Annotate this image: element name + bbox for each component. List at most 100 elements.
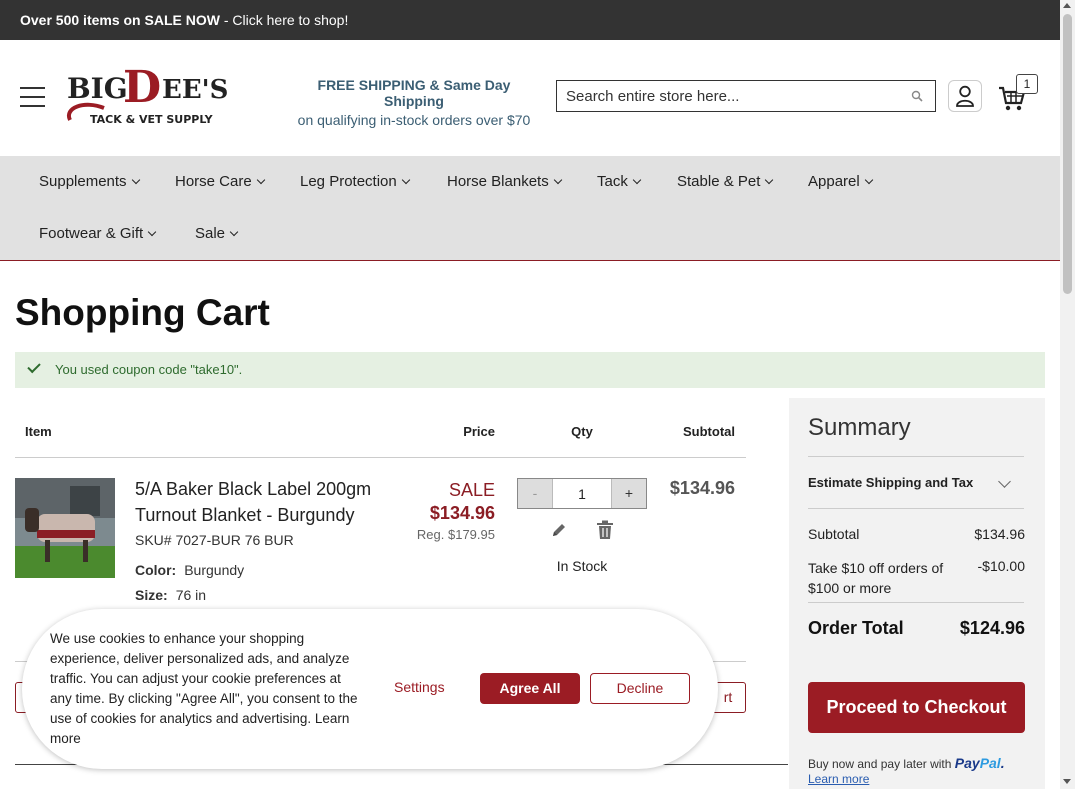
chevron-down-icon xyxy=(553,175,562,185)
option-value: 76 in xyxy=(175,587,207,603)
product-image[interactable] xyxy=(15,478,115,578)
paypal-learn-more-link[interactable]: Learn more xyxy=(808,772,869,786)
promo-bold: Over 500 items on SALE NOW xyxy=(20,12,220,28)
qty-input[interactable] xyxy=(552,479,612,508)
qty-increase-button[interactable]: + xyxy=(612,479,646,508)
order-total-label: Order Total xyxy=(808,618,904,638)
notice-text: You used coupon code "take10". xyxy=(55,362,243,377)
chevron-down-icon xyxy=(864,175,873,185)
product-name-link[interactable]: 5/A Baker Black Label 200gm Turnout Blan… xyxy=(135,476,395,528)
regular-price: Reg. $179.95 xyxy=(416,527,495,542)
nav-label: Leg Protection xyxy=(300,173,397,190)
shipping-line1: FREE SHIPPING & Same Day Shipping xyxy=(317,77,511,109)
page-title: Shopping Cart xyxy=(15,292,270,333)
paypal-logo: PayPal. xyxy=(954,755,1005,771)
cart-count-badge: 1 xyxy=(1016,74,1038,94)
nav-sale[interactable]: Sale xyxy=(195,225,239,242)
nav-horse-blankets[interactable]: Horse Blankets xyxy=(447,173,562,190)
scrollbar-thumb[interactable] xyxy=(1063,14,1072,294)
summary-title: Summary xyxy=(808,414,911,441)
stock-status: In Stock xyxy=(556,558,608,574)
account-button[interactable] xyxy=(948,80,982,112)
header-subtotal: Subtotal xyxy=(683,424,735,439)
nav-label: Sale xyxy=(195,225,226,242)
option-value: Burgundy xyxy=(184,562,245,578)
header-price: Price xyxy=(463,424,495,439)
shipping-line2: on qualifying in-stock orders over $70 xyxy=(297,112,531,128)
main-nav: Supplements Horse Care Leg Protection Ho… xyxy=(0,156,1060,261)
product-sku: SKU# 7027-BUR 76 BUR xyxy=(135,532,294,548)
paypal-text: Buy now and pay later with xyxy=(808,757,952,771)
nav-label: Horse Blankets xyxy=(447,173,549,190)
svg-text:D: D xyxy=(123,64,161,113)
sale-label: SALE xyxy=(448,480,495,500)
logo[interactable]: BIG D EE'S TACK & VET SUPPLY xyxy=(64,64,239,130)
page: Over 500 items on SALE NOW - Click here … xyxy=(0,0,1075,789)
discount-label: Take $10 off orders of $100 or more xyxy=(808,560,944,596)
order-total-value: $124.96 xyxy=(959,618,1025,638)
nav-label: Apparel xyxy=(808,173,860,190)
site-header: BIG D EE'S TACK & VET SUPPLY FREE SHIPPI… xyxy=(0,40,1060,156)
chevron-down-icon xyxy=(765,175,774,185)
scroll-down-arrow-icon[interactable] xyxy=(1063,779,1071,784)
nav-leg-protection[interactable]: Leg Protection xyxy=(300,173,410,190)
search-box xyxy=(556,80,936,112)
check-icon xyxy=(27,359,41,374)
cookie-settings-button[interactable]: Settings xyxy=(394,679,445,695)
chevron-down-icon xyxy=(256,175,265,185)
pencil-icon[interactable] xyxy=(550,521,568,539)
divider xyxy=(808,508,1024,509)
header-qty: Qty xyxy=(571,424,593,439)
nav-horse-care[interactable]: Horse Care xyxy=(175,173,265,190)
order-summary: Summary Estimate Shipping and Tax Subtot… xyxy=(789,398,1045,789)
nav-label: Footwear & Gift xyxy=(39,225,144,242)
cookie-agree-all-button[interactable]: Agree All xyxy=(480,673,580,704)
qty-decrease-button[interactable]: - xyxy=(518,479,552,508)
trash-icon[interactable] xyxy=(596,520,614,540)
row-subtotal: $134.96 xyxy=(669,478,735,498)
search-input[interactable] xyxy=(557,81,897,111)
estimate-shipping-toggle[interactable]: Estimate Shipping and Tax xyxy=(808,475,973,490)
nav-footwear-gift[interactable]: Footwear & Gift xyxy=(39,225,157,242)
chevron-down-icon xyxy=(632,175,642,185)
shipping-message: FREE SHIPPING & Same Day Shipping on qua… xyxy=(290,77,538,128)
divider xyxy=(808,602,1024,603)
promo-rest: - Click here to shop! xyxy=(219,12,349,28)
svg-text:BIG: BIG xyxy=(67,72,128,105)
quantity-stepper: - + xyxy=(517,478,647,509)
nav-label: Tack xyxy=(597,173,628,190)
page-scrollbar[interactable] xyxy=(1060,0,1075,789)
search-icon[interactable] xyxy=(911,90,923,102)
chevron-down-icon xyxy=(147,227,157,237)
user-icon xyxy=(956,85,974,107)
option-size: Size: 76 in xyxy=(135,587,206,603)
option-key: Color: xyxy=(135,562,177,578)
menu-icon[interactable] xyxy=(20,87,45,107)
promo-bar[interactable]: Over 500 items on SALE NOW - Click here … xyxy=(0,0,1060,40)
nav-label: Stable & Pet xyxy=(677,173,761,190)
chevron-down-icon[interactable] xyxy=(998,475,1011,488)
cookie-banner: We use cookies to enhance your shopping … xyxy=(22,609,718,769)
svg-text:TACK & VET SUPPLY: TACK & VET SUPPLY xyxy=(90,113,214,126)
nav-supplements[interactable]: Supplements xyxy=(39,173,140,190)
nav-stable-pet[interactable]: Stable & Pet xyxy=(677,173,774,190)
chevron-down-icon xyxy=(229,227,239,237)
option-color: Color: Burgundy xyxy=(135,562,244,578)
header-item: Item xyxy=(25,424,52,439)
divider xyxy=(808,456,1024,457)
cookie-decline-button[interactable]: Decline xyxy=(590,673,690,704)
chevron-down-icon xyxy=(401,175,410,185)
option-key: Size: xyxy=(135,587,168,603)
nav-label: Supplements xyxy=(39,173,127,190)
nav-apparel[interactable]: Apparel xyxy=(808,173,873,190)
scroll-up-arrow-icon[interactable] xyxy=(1063,3,1071,8)
chevron-down-icon xyxy=(131,175,140,185)
paypal-message: Buy now and pay later with PayPal. xyxy=(808,755,1005,771)
cookie-text: We use cookies to enhance your shopping … xyxy=(50,631,358,746)
subtotal-value: $134.96 xyxy=(974,526,1025,542)
proceed-to-checkout-button[interactable]: Proceed to Checkout xyxy=(808,682,1025,733)
nav-label: Horse Care xyxy=(175,173,252,190)
coupon-notice: You used coupon code "take10". xyxy=(15,352,1045,388)
nav-tack[interactable]: Tack xyxy=(597,173,642,190)
svg-text:EE'S: EE'S xyxy=(162,75,228,105)
